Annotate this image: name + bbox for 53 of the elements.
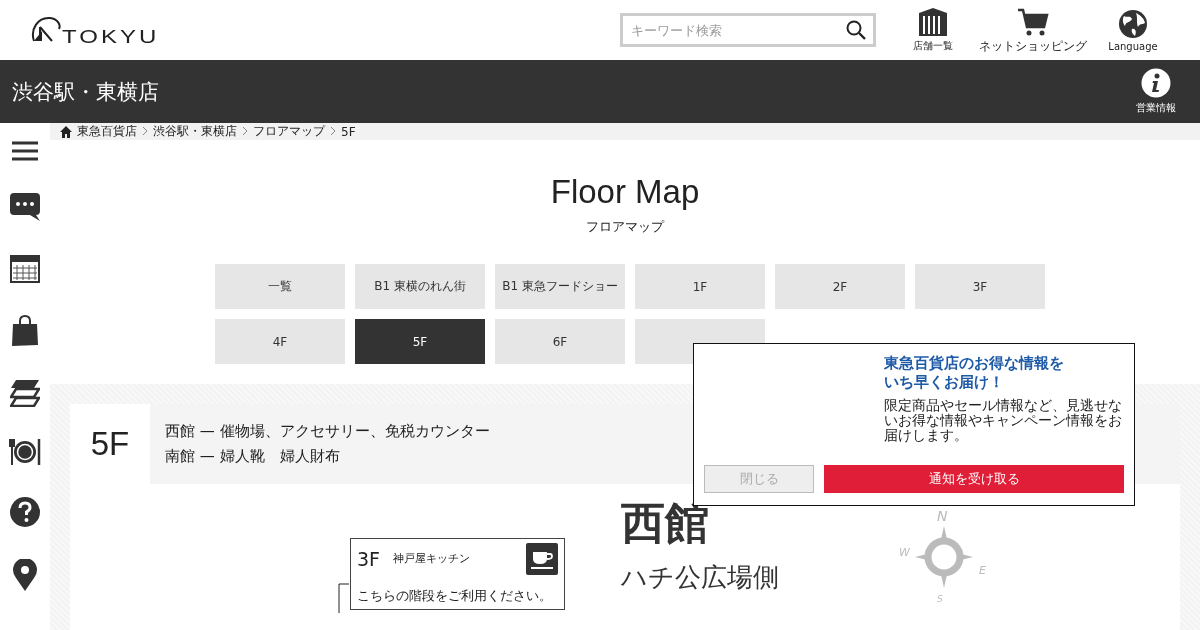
globe-icon[interactable]: [1118, 8, 1148, 39]
layers-icon[interactable]: [10, 379, 40, 407]
breadcrumb-link[interactable]: フロアマップ: [253, 123, 325, 140]
sign-note: こちらの階段をご利用ください。: [357, 588, 553, 605]
compass-letter: N: [937, 508, 948, 524]
floor-tab[interactable]: B1 東横のれん街: [355, 264, 485, 309]
floor-tab[interactable]: 一覧: [215, 264, 345, 309]
cart-icon[interactable]: [1017, 6, 1049, 37]
help-icon[interactable]: [10, 497, 40, 527]
search-icon[interactable]: [846, 20, 866, 40]
floor-tab[interactable]: 1F: [635, 264, 765, 309]
dialog-heading: 東急百貨店のお得な情報を: [884, 354, 1065, 373]
sign-floor: 3F: [357, 548, 382, 570]
shopping-bag-icon[interactable]: [11, 315, 39, 347]
sign-shop-name: 神戸屋キッチン: [393, 552, 471, 566]
building-name: 西館: [621, 498, 710, 548]
floor-tab[interactable]: 3F: [915, 264, 1045, 309]
header-link-label[interactable]: Language: [1108, 40, 1158, 52]
dialog-heading: いち早くお届け！: [884, 373, 1005, 392]
floor-tab[interactable]: 5F: [355, 319, 485, 364]
home-icon[interactable]: [60, 125, 72, 138]
search-field[interactable]: キーワード検索: [620, 13, 876, 47]
info-label[interactable]: 営業情報: [1136, 101, 1176, 115]
compass-letter: E: [979, 564, 986, 577]
chat-icon[interactable]: [10, 193, 40, 221]
building-side: ハチ公広場側: [621, 561, 779, 594]
accept-button[interactable]: 通知を受け取る: [824, 465, 1124, 493]
calendar-icon[interactable]: [10, 253, 40, 283]
floor-tab[interactable]: 2F: [775, 264, 905, 309]
breadcrumb-link[interactable]: 東急百貨店: [77, 123, 137, 140]
floor-description: 西館 — 催物場、アクセサリー、免税カウンター: [165, 422, 490, 440]
page-title: Floor Map: [550, 172, 700, 212]
floor-tab[interactable]: 6F: [495, 319, 625, 364]
floor-description: 南館 — 婦人靴 婦人財布: [165, 447, 340, 465]
menu-icon[interactable]: [12, 141, 38, 161]
page-subtitle: フロアマップ: [586, 218, 664, 236]
leader-line: [338, 583, 350, 613]
store-title: 渋谷駅・東横店: [12, 78, 159, 106]
map-pin-icon[interactable]: [13, 559, 37, 591]
coffee-cup-icon: [526, 543, 558, 575]
header-link-label[interactable]: 店舗一覧: [913, 39, 953, 53]
info-icon[interactable]: [1141, 68, 1171, 98]
dialog-message: 限定商品やセール情報など、見逃せないお得な情報やキャンペーン情報をお届けします。: [884, 398, 1123, 443]
compass-letter: W: [899, 546, 910, 559]
breadcrumb-link[interactable]: 渋谷駅・東横店: [153, 123, 237, 140]
floor-label: 5F: [70, 404, 150, 484]
plate-cutlery-icon[interactable]: [9, 439, 41, 465]
floor-tab[interactable]: 4F: [215, 319, 345, 364]
building-icon[interactable]: [918, 7, 948, 37]
floor-tab[interactable]: B1 東急フードショー: [495, 264, 625, 309]
header-link-label[interactable]: ネットショッピング: [979, 38, 1087, 54]
logo-text[interactable]: TOKYU: [62, 28, 160, 45]
compass-letter: S: [937, 594, 943, 604]
